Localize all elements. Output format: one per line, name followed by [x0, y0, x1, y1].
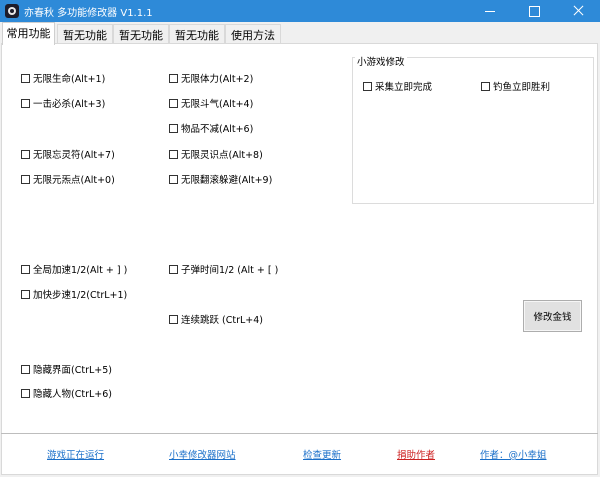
- checkbox-hide-ui[interactable]: 隐藏界面(CtrL+5): [21, 362, 112, 376]
- checkbox-box[interactable]: [169, 264, 178, 274]
- checkbox-label: 连续跳跃 (CtrL+4): [181, 315, 263, 326]
- checkbox-label: 隐藏界面(CtrL+5): [33, 365, 112, 376]
- checkbox-walk-speed[interactable]: 加快步速1/2(CtrL+1): [21, 287, 127, 301]
- checkbox-box[interactable]: [169, 149, 178, 159]
- checkbox-instant-gather[interactable]: 采集立即完成: [363, 79, 432, 93]
- checkbox-label: 一击必杀(Alt+3): [33, 99, 106, 110]
- checkbox-box[interactable]: [169, 314, 178, 324]
- checkbox-label: 物品不减(Alt+6): [181, 124, 254, 135]
- author-link[interactable]: 作者：@小幸姐: [480, 447, 547, 461]
- maximize-icon[interactable]: [512, 0, 556, 22]
- checkbox-infinite-yuanqi[interactable]: 无限元炁点(Alt+0): [21, 172, 115, 186]
- window-title: 亦春秋 多功能修改器 V1.1.1: [24, 8, 153, 19]
- checkbox-multi-jump[interactable]: 连续跳跃 (CtrL+4): [169, 312, 263, 326]
- checkbox-box[interactable]: [481, 81, 490, 91]
- website-link[interactable]: 小幸修改器网站: [169, 447, 236, 461]
- checkbox-one-hit-kill[interactable]: 一击必杀(Alt+3): [21, 96, 105, 110]
- check-update-link[interactable]: 检查更新: [303, 447, 341, 461]
- checkbox-infinite-stamina[interactable]: 无限体力(Alt+2): [169, 71, 253, 85]
- checkbox-box[interactable]: [21, 264, 30, 274]
- checkbox-label: 无限斗气(Alt+4): [181, 99, 254, 110]
- checkbox-box[interactable]: [169, 174, 178, 184]
- checkbox-box[interactable]: [169, 98, 178, 108]
- checkbox-bullet-time[interactable]: 子弹时间1/2 (Alt + [ ): [169, 262, 278, 276]
- checkbox-box[interactable]: [363, 81, 372, 91]
- checkbox-box[interactable]: [21, 289, 30, 299]
- tab-empty-1[interactable]: 暂无功能: [57, 24, 113, 44]
- app-icon: [5, 4, 19, 18]
- checkbox-label: 无限灵识点(Alt+8): [181, 150, 263, 161]
- checkbox-label: 无限忘灵符(Alt+7): [33, 150, 115, 161]
- minimize-icon[interactable]: [468, 0, 512, 22]
- tab-usage[interactable]: 使用方法: [225, 24, 281, 44]
- checkbox-box[interactable]: [21, 364, 30, 374]
- checkbox-instant-fishing-win[interactable]: 钓鱼立即胜利: [481, 79, 550, 93]
- checkbox-box[interactable]: [21, 73, 30, 83]
- checkbox-box[interactable]: [21, 98, 30, 108]
- checkbox-box[interactable]: [169, 73, 178, 83]
- checkbox-box[interactable]: [21, 174, 30, 184]
- modify-money-button[interactable]: 修改金钱: [523, 300, 582, 332]
- checkbox-label: 加快步速1/2(CtrL+1): [33, 290, 128, 301]
- checkbox-infinite-spirit-points[interactable]: 无限灵识点(Alt+8): [169, 147, 263, 161]
- checkbox-label: 全局加速1/2(Alt + ] ): [33, 265, 128, 276]
- footer-divider: [1, 433, 598, 434]
- checkbox-global-speed[interactable]: 全局加速1/2(Alt + ] ): [21, 262, 127, 276]
- checkbox-box[interactable]: [21, 149, 30, 159]
- checkbox-label: 钓鱼立即胜利: [493, 82, 551, 93]
- minigame-group-title: 小游戏修改: [355, 54, 407, 68]
- checkbox-box[interactable]: [169, 123, 178, 133]
- tab-empty-3[interactable]: 暂无功能: [169, 24, 225, 44]
- tab-common[interactable]: 常用功能: [2, 22, 55, 45]
- checkbox-label: 子弹时间1/2 (Alt + [ ): [181, 265, 279, 276]
- tab-empty-2[interactable]: 暂无功能: [113, 24, 169, 44]
- checkbox-box[interactable]: [21, 388, 30, 398]
- checkbox-items-no-decrease[interactable]: 物品不减(Alt+6): [169, 121, 253, 135]
- checkbox-infinite-dodge[interactable]: 无限翻滚躲避(Alt+9): [169, 172, 272, 186]
- checkbox-infinite-douqi[interactable]: 无限斗气(Alt+4): [169, 96, 253, 110]
- checkbox-label: 无限翻滚躲避(Alt+9): [181, 175, 273, 186]
- donate-link[interactable]: 捐助作者: [397, 447, 435, 461]
- checkbox-infinite-health[interactable]: 无限生命(Alt+1): [21, 71, 105, 85]
- checkbox-label: 无限生命(Alt+1): [33, 74, 106, 85]
- checkbox-label: 隐藏人物(CtrL+6): [33, 389, 112, 400]
- checkbox-label: 无限体力(Alt+2): [181, 74, 254, 85]
- checkbox-label: 无限元炁点(Alt+0): [33, 175, 115, 186]
- title-bar: 亦春秋 多功能修改器 V1.1.1: [0, 0, 600, 22]
- checkbox-label: 采集立即完成: [375, 82, 433, 93]
- checkbox-infinite-talisman[interactable]: 无限忘灵符(Alt+7): [21, 147, 115, 161]
- game-status-link[interactable]: 游戏正在运行: [47, 447, 104, 461]
- close-icon[interactable]: [556, 0, 600, 22]
- checkbox-hide-character[interactable]: 隐藏人物(CtrL+6): [21, 386, 112, 400]
- tab-bar: 常用功能 暂无功能 暂无功能 暂无功能 使用方法: [0, 22, 600, 45]
